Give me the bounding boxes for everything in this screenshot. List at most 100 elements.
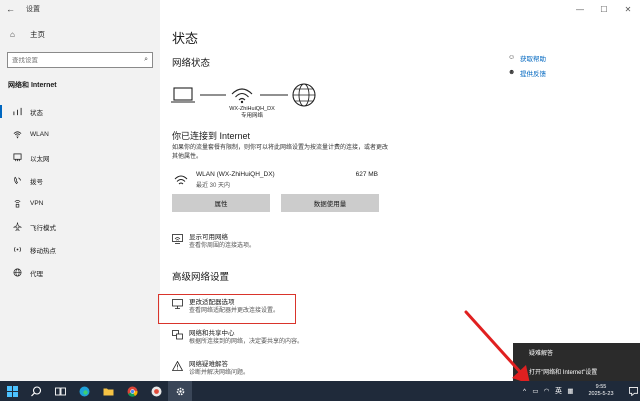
search-icon [30,385,41,396]
clock-date: 2025-5-23 [588,391,614,397]
battery-icon[interactable]: ▭ [530,381,541,401]
warning-icon [171,360,186,373]
wlan-name: WLAN (WX-ZhiHuiQH_DX) [196,171,275,178]
annotation-highlight-box [158,294,296,324]
chevron-up-icon[interactable]: ^ [519,381,530,401]
get-help-label: 获取帮助 [520,55,546,63]
globe-icon [10,268,24,277]
network-name: WX-ZhiHuiQH_DX [229,106,275,112]
sidebar: ⌂ 主页 ⌕ 网络和 Internet 状态 WLAN 以太网 拨号 VPN [0,18,160,381]
troubleshooter-subtitle: 诊断并解决网络问题。 [189,370,250,376]
troubleshooter-title: 网络疑难解答 [189,361,228,368]
home-icon: ⌂ [10,29,15,39]
keyboard-icon[interactable]: ▦ [565,381,576,401]
taskbar-clock[interactable]: 9:55 2025-5-23 [576,384,626,398]
wlan-usage: 627 MB [355,171,378,178]
status-icon [10,107,24,116]
connected-description: 如果你的流量套餐有限制，则你可以将此网络设置为按流量计费的连接，或者更改其他属性… [172,145,389,160]
hotspot-icon [10,245,24,254]
computer-icon [171,87,195,103]
maximize-button[interactable]: ☐ [592,0,616,18]
taskbar-search-button[interactable] [24,381,48,401]
tray-wifi-icon[interactable]: ◠ [541,381,552,401]
airplane-icon [10,222,24,231]
wifi-icon [174,175,188,185]
close-button[interactable]: ✕ [616,0,640,18]
input-language-indicator[interactable]: 英 [552,381,565,401]
network-diagram [170,80,330,130]
windows-logo-icon [6,385,18,397]
notification-center-button[interactable] [626,381,640,401]
taskbar-chrome-button[interactable] [120,381,144,401]
show-networks-subtitle: 查看你周围的连接选项。 [189,243,256,249]
sidebar-item-label: 拨号 [30,178,43,186]
connected-title: 你已连接到 Internet [172,131,251,141]
taskbar-app-button[interactable] [144,381,168,401]
sidebar-item-wlan[interactable]: WLAN [0,123,160,146]
sidebar-item-airplane[interactable]: 飞行模式 [0,215,160,238]
search-icon[interactable]: ⌕ [144,56,148,64]
sidebar-item-hotspot[interactable]: 移动热点 [0,238,160,261]
edge-icon [79,386,89,396]
chrome-icon [127,386,138,397]
clock-time: 9:55 [595,384,607,390]
window-title: 设置 [26,6,40,13]
ethernet-icon [10,153,24,162]
sidebar-item-vpn[interactable]: VPN [0,192,160,215]
start-button[interactable] [0,381,24,401]
sidebar-item-label: 飞行模式 [30,224,56,232]
sharing-center-icon [172,330,186,342]
taskbar-settings-button[interactable] [168,381,192,401]
wifi-signal-icon [231,88,253,104]
annotation-arrow [464,310,530,384]
sidebar-item-dialup[interactable]: 拨号 [0,169,160,192]
title-bar-left: ← 设置 [0,0,160,18]
data-usage-button[interactable]: 数据使用量 [281,194,379,212]
wlan-connection-row: WLAN (WX-ZhiHuiQH_DX) 最近 30 天内 627 MB [172,168,380,194]
title-bar-right: — ☐ ✕ [160,0,640,18]
network-status-title: 网络状态 [172,58,211,69]
sharing-center-option[interactable]: 网络和共享中心 根据所连接到的网络，决定要共享的内容。 [172,329,303,346]
minimize-button[interactable]: — [568,0,592,18]
sharing-center-subtitle: 根据所连接到的网络，决定要共享的内容。 [189,339,304,345]
sidebar-item-home[interactable]: ⌂ 主页 [0,24,160,44]
wlan-period: 最近 30 天内 [196,183,231,189]
taskbar-explorer-button[interactable] [96,381,120,401]
properties-button[interactable]: 属性 [172,194,270,212]
network-type: 专用网络 [240,113,263,119]
sidebar-item-label: 状态 [30,109,43,117]
search-box[interactable]: ⌕ [7,52,153,68]
feedback-label: 提供反馈 [520,70,546,78]
title-bar: ← 设置 — ☐ ✕ [0,0,640,18]
get-help-link[interactable]: ☺ 获取帮助 [508,50,546,65]
sidebar-item-label: WLAN [30,131,49,138]
folder-icon [103,388,113,395]
back-arrow-icon[interactable]: ← [6,4,20,14]
task-view-icon [54,387,66,395]
notification-icon [628,386,638,396]
troubleshooter-option[interactable]: 网络疑难解答 诊断并解决网络问题。 [171,360,250,377]
network-label: WX-ZhiHuiQH_DX 专用网络 [216,106,288,120]
system-tray: ^ ▭ ◠ 英 ▦ 9:55 2025-5-23 [519,381,640,401]
related-links: ☺ 获取帮助 ☻ 提供反馈 [508,50,546,80]
show-networks-title: 显示可用网络 [189,234,228,241]
help-icon: ☺ [508,54,516,61]
sidebar-item-ethernet[interactable]: 以太网 [0,146,160,169]
taskbar: ^ ▭ ◠ 英 ▦ 9:55 2025-5-23 [0,381,640,401]
show-networks-option[interactable]: 显示可用网络 查看你周围的连接选项。 [172,233,255,250]
search-input[interactable] [12,56,132,64]
sidebar-section-title: 网络和 Internet [8,82,57,89]
sidebar-item-proxy[interactable]: 代理 [0,261,160,284]
sidebar-item-label: 主页 [30,29,45,39]
page-title: 状态 [172,31,199,46]
sharing-center-title: 网络和共享中心 [189,330,235,337]
sidebar-item-label: VPN [30,200,44,207]
advanced-settings-title: 高级网络设置 [172,272,230,283]
feedback-link[interactable]: ☻ 提供反馈 [508,65,546,80]
sidebar-item-status[interactable]: 状态 [0,100,160,123]
wifi-icon [10,130,24,139]
task-view-button[interactable] [48,381,72,401]
taskbar-edge-button[interactable] [72,381,96,401]
sidebar-item-label: 移动热点 [30,247,56,255]
vpn-icon [10,199,24,208]
